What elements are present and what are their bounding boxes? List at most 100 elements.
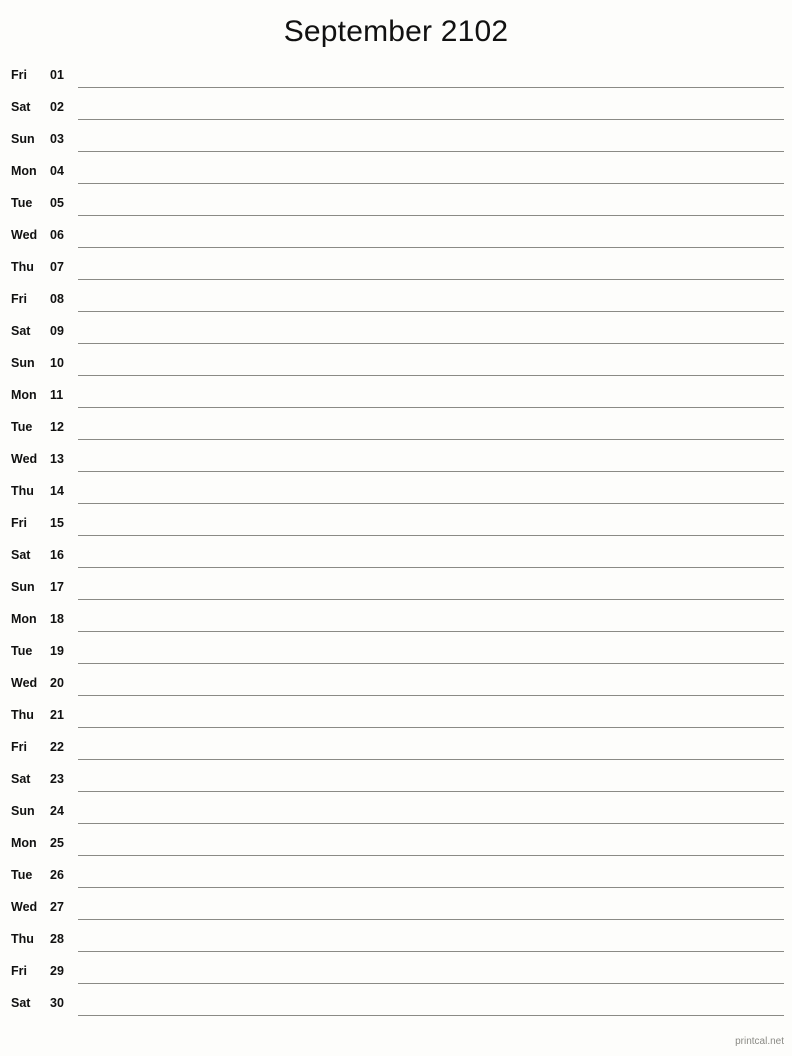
day-weekday-label: Fri: [11, 516, 27, 530]
day-writing-line[interactable]: [78, 631, 784, 632]
day-writing-line[interactable]: [78, 759, 784, 760]
day-writing-line[interactable]: [78, 183, 784, 184]
day-weekday-label: Thu: [11, 932, 34, 946]
day-row[interactable]: Wed 20: [0, 668, 792, 700]
day-number-label: 29: [50, 964, 64, 978]
day-number-label: 06: [50, 228, 64, 242]
day-row[interactable]: Tue 19: [0, 636, 792, 668]
day-row[interactable]: Tue 12: [0, 412, 792, 444]
day-row[interactable]: Fri 01: [0, 60, 792, 92]
day-number-label: 13: [50, 452, 64, 466]
day-number-label: 12: [50, 420, 64, 434]
day-writing-line[interactable]: [78, 215, 784, 216]
day-number-label: 03: [50, 132, 64, 146]
day-row[interactable]: Sat 16: [0, 540, 792, 572]
day-weekday-label: Sat: [11, 548, 31, 562]
day-number-label: 02: [50, 100, 64, 114]
day-writing-line[interactable]: [78, 407, 784, 408]
day-weekday-label: Thu: [11, 708, 34, 722]
day-row[interactable]: Mon 11: [0, 380, 792, 412]
day-number-label: 19: [50, 644, 64, 658]
day-weekday-label: Sat: [11, 100, 31, 114]
day-weekday-label: Wed: [11, 900, 38, 914]
day-weekday-label: Fri: [11, 740, 27, 754]
day-number-label: 21: [50, 708, 64, 722]
day-row[interactable]: Wed 06: [0, 220, 792, 252]
day-writing-line[interactable]: [78, 535, 784, 536]
day-row[interactable]: Fri 08: [0, 284, 792, 316]
day-weekday-label: Tue: [11, 644, 33, 658]
day-row[interactable]: Tue 05: [0, 188, 792, 220]
day-writing-line[interactable]: [78, 823, 784, 824]
day-writing-line[interactable]: [78, 983, 784, 984]
day-writing-line[interactable]: [78, 119, 784, 120]
day-weekday-label: Fri: [11, 964, 27, 978]
day-weekday-label: Wed: [11, 452, 38, 466]
day-number-label: 07: [50, 260, 64, 274]
day-row[interactable]: Sat 23: [0, 764, 792, 796]
day-row[interactable]: Thu 07: [0, 252, 792, 284]
day-row[interactable]: Fri 22: [0, 732, 792, 764]
day-weekday-label: Thu: [11, 484, 34, 498]
day-row[interactable]: Thu 21: [0, 700, 792, 732]
day-writing-line[interactable]: [78, 663, 784, 664]
day-row[interactable]: Wed 27: [0, 892, 792, 924]
day-row[interactable]: Mon 25: [0, 828, 792, 860]
day-row[interactable]: Sun 17: [0, 572, 792, 604]
day-writing-line[interactable]: [78, 951, 784, 952]
day-row[interactable]: Mon 18: [0, 604, 792, 636]
day-weekday-label: Sat: [11, 324, 31, 338]
day-number-label: 15: [50, 516, 64, 530]
day-writing-line[interactable]: [78, 247, 784, 248]
day-writing-line[interactable]: [78, 471, 784, 472]
day-weekday-label: Wed: [11, 228, 38, 242]
day-writing-line[interactable]: [78, 887, 784, 888]
day-weekday-label: Tue: [11, 196, 33, 210]
day-weekday-label: Tue: [11, 868, 33, 882]
day-number-label: 22: [50, 740, 64, 754]
day-row[interactable]: Sun 24: [0, 796, 792, 828]
day-writing-line[interactable]: [78, 567, 784, 568]
day-number-label: 04: [50, 164, 64, 178]
day-weekday-label: Sat: [11, 996, 31, 1010]
day-writing-line[interactable]: [78, 87, 784, 88]
day-row[interactable]: Wed 13: [0, 444, 792, 476]
day-number-label: 16: [50, 548, 64, 562]
day-row[interactable]: Sat 02: [0, 92, 792, 124]
day-row[interactable]: Thu 28: [0, 924, 792, 956]
day-writing-line[interactable]: [78, 151, 784, 152]
day-writing-line[interactable]: [78, 599, 784, 600]
day-writing-line[interactable]: [78, 919, 784, 920]
day-writing-line[interactable]: [78, 503, 784, 504]
day-row[interactable]: Thu 14: [0, 476, 792, 508]
day-writing-line[interactable]: [78, 439, 784, 440]
day-row[interactable]: Tue 26: [0, 860, 792, 892]
day-row[interactable]: Fri 15: [0, 508, 792, 540]
day-writing-line[interactable]: [78, 311, 784, 312]
day-writing-line[interactable]: [78, 375, 784, 376]
day-number-label: 11: [50, 388, 64, 402]
calendar-page: September 2102 Fri 01 Sat 02 Sun 03 Mon 04 Tue 05…: [0, 0, 792, 1056]
day-number-label: 01: [50, 68, 64, 82]
day-writing-line[interactable]: [78, 1015, 784, 1016]
day-number-label: 17: [50, 580, 64, 594]
day-number-label: 24: [50, 804, 64, 818]
day-row[interactable]: Sun 10: [0, 348, 792, 380]
day-writing-line[interactable]: [78, 343, 784, 344]
day-row[interactable]: Sun 03: [0, 124, 792, 156]
day-number-label: 09: [50, 324, 64, 338]
day-row[interactable]: Sat 09: [0, 316, 792, 348]
day-weekday-label: Sun: [11, 580, 35, 594]
day-writing-line[interactable]: [78, 279, 784, 280]
day-writing-line[interactable]: [78, 855, 784, 856]
day-writing-line[interactable]: [78, 727, 784, 728]
day-number-label: 30: [50, 996, 64, 1010]
day-row[interactable]: Sat 30: [0, 988, 792, 1020]
day-weekday-label: Sun: [11, 804, 35, 818]
day-number-label: 20: [50, 676, 64, 690]
day-row[interactable]: Mon 04: [0, 156, 792, 188]
day-writing-line[interactable]: [78, 791, 784, 792]
day-writing-line[interactable]: [78, 695, 784, 696]
day-number-label: 08: [50, 292, 64, 306]
day-row[interactable]: Fri 29: [0, 956, 792, 988]
